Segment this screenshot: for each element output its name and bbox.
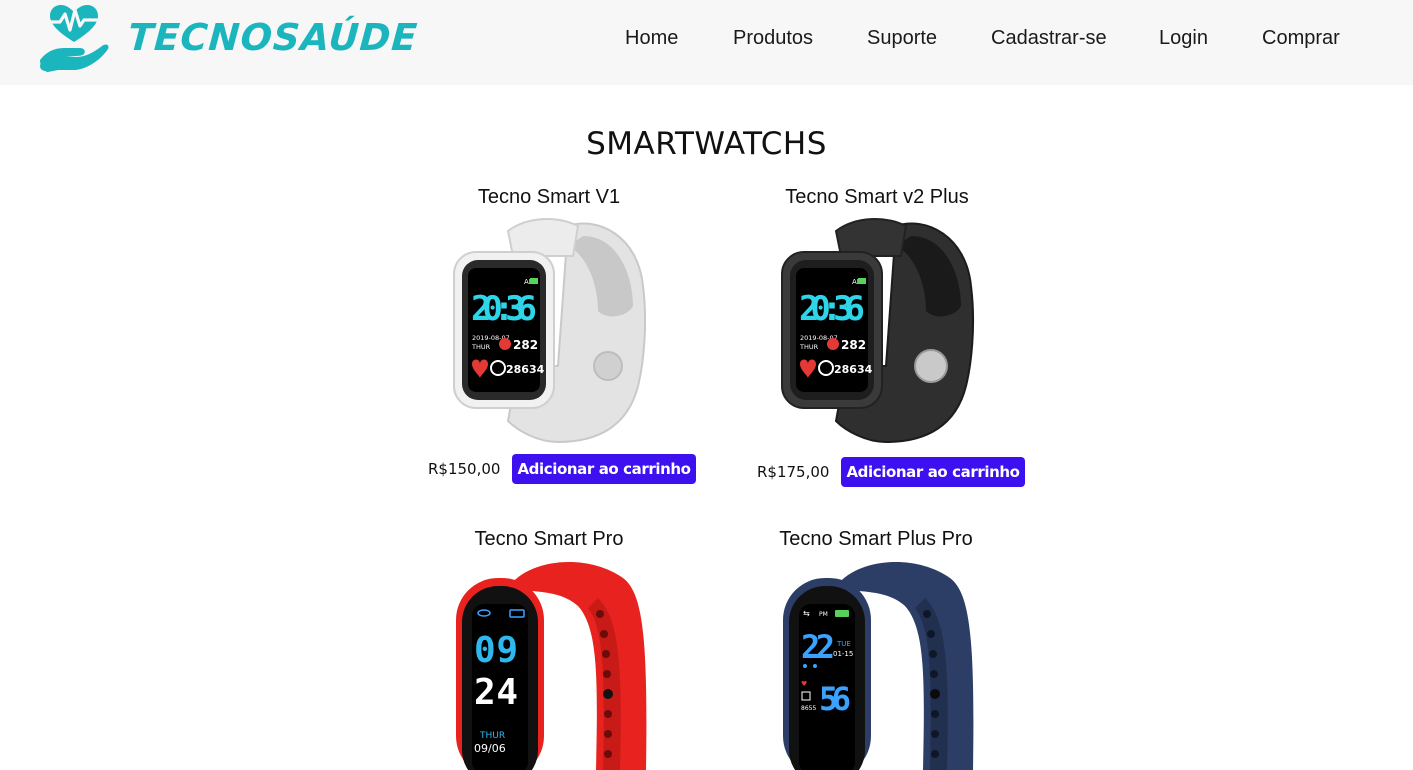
svg-text:09: 09 (474, 630, 518, 671)
product-name: Tecno Smart Pro (474, 528, 624, 550)
price-row: R$175,00 Adicionar ao carrinho (757, 457, 1025, 487)
svg-text:PM: PM (819, 611, 828, 618)
svg-text:TUE: TUE (836, 640, 851, 648)
site-header: TECNOSAÚDE Home Produtos Suporte Cadastr… (0, 0, 1413, 85)
page-title: SMARTWATCHS (586, 126, 827, 162)
svg-text:09/06: 09/06 (474, 742, 506, 755)
price-row: R$150,00 Adicionar ao carrinho (428, 454, 696, 484)
svg-text:282: 282 (513, 338, 538, 352)
product-price: R$175,00 (757, 463, 830, 481)
svg-text:24: 24 (474, 672, 518, 713)
add-to-cart-button[interactable]: Adicionar ao carrinho (512, 454, 696, 484)
fitness-band-image[interactable]: ⇆ PM 22 TUE 01-15 ♥ 8655 56 (775, 558, 975, 770)
brand-logo[interactable]: TECNOSAÚDE (36, 0, 420, 75)
svg-text:28634: 28634 (506, 363, 545, 376)
nav-comprar[interactable]: Comprar (1262, 27, 1340, 50)
product-name: Tecno Smart V1 (477, 186, 621, 208)
add-to-cart-button[interactable]: Adicionar ao carrinho (841, 457, 1025, 487)
nav-login[interactable]: Login (1159, 27, 1208, 50)
product-card: Tecno Smart V1 AM 20:36 2019-08-07 THUR … (384, 186, 714, 496)
brand-name: TECNOSAÚDE (126, 16, 420, 59)
svg-text:22: 22 (801, 628, 835, 666)
svg-text:282: 282 (841, 338, 866, 352)
product-name: Tecno Smart Plus Pro (779, 528, 973, 550)
watch-time: 20:36 (471, 289, 537, 329)
svg-text:8655: 8655 (801, 705, 816, 712)
product-name: Tecno Smart v2 Plus (785, 186, 969, 208)
svg-text:28634: 28634 (834, 363, 873, 376)
svg-text:⇆: ⇆ (803, 609, 810, 618)
product-card: Tecno Smart v2 Plus AM 20:36 2019-08-07 … (712, 186, 1042, 496)
svg-text:♥: ♥ (801, 680, 807, 688)
svg-text:THUR: THUR (471, 343, 491, 351)
product-card: Tecno Smart Plus Pro ⇆ PM 22 TUE 01-15 ♥… (711, 528, 1041, 770)
fitness-band-image[interactable]: 09 24 THUR 09/06 (448, 558, 648, 770)
nav-home[interactable]: Home (625, 27, 678, 50)
svg-text:56: 56 (819, 680, 851, 718)
smartwatch-image[interactable]: AM 20:36 2019-08-07 THUR 282 28634 (448, 216, 648, 446)
product-card: Tecno Smart Pro 09 24 THUR 09/06 (384, 528, 714, 770)
nav-cadastrar[interactable]: Cadastrar-se (991, 27, 1107, 50)
svg-text:01-15: 01-15 (833, 650, 853, 658)
nav-suporte[interactable]: Suporte (867, 27, 937, 50)
svg-text:20:36: 20:36 (799, 289, 865, 329)
svg-text:THUR: THUR (799, 343, 819, 351)
product-price: R$150,00 (428, 460, 501, 478)
smartwatch-image[interactable]: AM 20:36 2019-08-07 THUR 282 28634 (776, 216, 976, 446)
svg-text:THUR: THUR (479, 731, 505, 741)
heart-hand-icon (40, 4, 109, 72)
nav-produtos[interactable]: Produtos (733, 27, 813, 50)
